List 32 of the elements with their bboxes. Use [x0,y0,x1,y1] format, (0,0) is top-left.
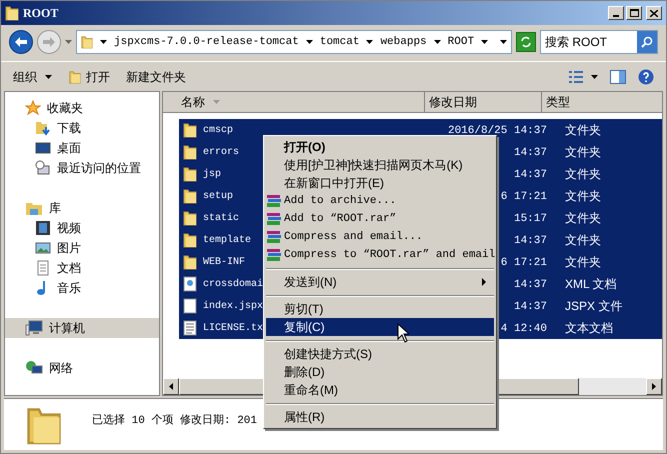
type-cell-text: 文件夹 [564,210,601,227]
file-name: crossdomai [202,278,263,292]
file-name: index.jspx [202,300,263,314]
date-cell: 14:37 [514,301,547,314]
file-name: template [203,234,252,248]
file-name: errors [203,146,240,160]
date-cell: 4 12:40 [500,323,547,336]
status-text: 已选择 10 个项 修改日期: 201 [92,413,258,429]
type-cell-text: 文本文档 [564,320,613,337]
date-cell: 2016/8/25 14:37 [448,125,547,138]
date-cell: 14:37 [514,279,547,292]
file-name: cmscp [203,124,234,138]
type-cell-text: 文件夹 [564,232,601,249]
date-cell: 6 17:21 [500,191,547,204]
file-name: WEB-INF [203,256,246,270]
date-cell: 15:17 [514,213,547,226]
type-cell-text: 文件夹 [564,188,601,205]
date-cell: 14:37 [514,235,547,248]
file-name: LICENSE.tx [202,322,263,336]
date-cell: 14:37 [514,169,547,182]
date-cell: 6 17:21 [500,257,547,270]
date-cell: 14:37 [514,147,547,160]
type-cell-text: XML 文档 [564,276,617,293]
window-title: ROOT [23,5,58,22]
file-name: setup [203,190,234,204]
file-name: jsp [203,168,222,182]
type-cell-text: 文件夹 [564,144,601,161]
type-cell-text: 文件夹 [564,254,601,271]
type-cell-text: JSPX 文件 [564,298,622,315]
type-cell-text: 文件夹 [564,122,601,139]
type-cell-text: 文件夹 [564,166,601,183]
file-name: static [203,212,240,226]
